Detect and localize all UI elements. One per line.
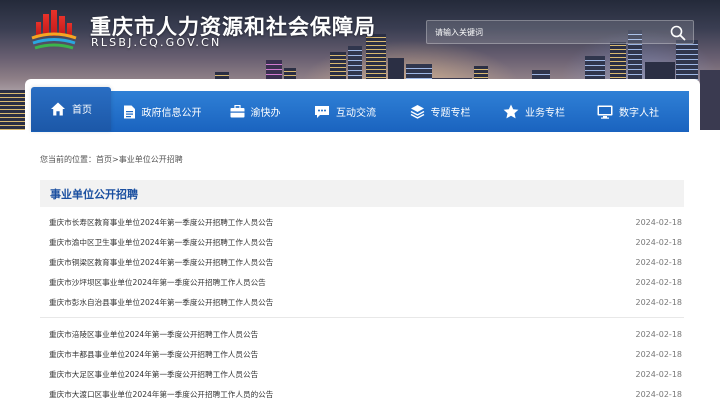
breadcrumb-home-link[interactable]: 首页 (96, 155, 112, 164)
layers-icon (410, 105, 424, 119)
search-input[interactable] (435, 24, 660, 41)
announcement-list: 重庆市长寿区教育事业单位2024年第一季度公开招聘工作人员公告 2024-02-… (40, 212, 684, 404)
announcement-title[interactable]: 重庆市渝中区卫生事业单位2024年第一季度公开招聘工作人员公告 (49, 237, 273, 248)
list-item[interactable]: 重庆市涪陵区事业单位2024年第一季度公开招聘工作人员公告 2024-02-18 (40, 324, 684, 344)
announcement-date: 2024-02-18 (635, 329, 683, 339)
announcement-title[interactable]: 重庆市铜梁区教育事业单位2024年第一季度公开招聘工作人员公告 (49, 257, 273, 268)
breadcrumb-separator: > (112, 155, 119, 164)
breadcrumb-current: 事业单位公开招聘 (118, 155, 183, 164)
list-item[interactable]: 重庆市沙坪坝区事业单位2024年第一季度公开招聘工作人员公告 2024-02-1… (40, 272, 684, 292)
search-icon[interactable] (669, 24, 687, 42)
announcement-title[interactable]: 重庆市长寿区教育事业单位2024年第一季度公开招聘工作人员公告 (49, 217, 273, 228)
breadcrumb-prefix: 您当前的位置： (40, 155, 96, 164)
announcement-date: 2024-02-18 (635, 349, 683, 359)
nav-item-label: 政府信息公开 (141, 108, 202, 119)
announcement-title[interactable]: 重庆市彭水自治县事业单位2024年第一季度公开招聘工作人员公告 (49, 297, 273, 308)
announcement-date: 2024-02-18 (635, 369, 683, 379)
nav-item-label: 渝快办 (250, 108, 281, 119)
chat-icon (315, 105, 329, 118)
announcement-date: 2024-02-18 (635, 277, 683, 287)
list-item[interactable]: 重庆市渝中区卫生事业单位2024年第一季度公开招聘工作人员公告 2024-02-… (40, 232, 684, 252)
list-item[interactable]: 重庆市大足区事业单位2024年第一季度公开招聘工作人员公告 2024-02-18 (40, 364, 684, 384)
main-nav: 首页 政府信息公开 渝快办 互动交流 专题专栏 业务专栏 数字人社 (31, 86, 689, 132)
nav-item-digital[interactable]: 数字人社 (581, 91, 675, 132)
document-icon (123, 105, 135, 118)
nav-item-label: 互动交流 (336, 108, 376, 119)
nav-item-business[interactable]: 业务专栏 (487, 91, 581, 132)
search-box (426, 20, 694, 44)
announcement-title[interactable]: 重庆市沙坪坝区事业单位2024年第一季度公开招聘工作人员公告 (49, 277, 266, 288)
section-title: 事业单位公开招聘 (50, 187, 138, 201)
nav-item-label: 专题专栏 (430, 108, 471, 119)
list-item[interactable]: 重庆市大渡口区事业单位2024年第一季度公开招聘工作人员的公告 2024-02-… (40, 384, 684, 404)
breadcrumb: 您当前的位置：首页>事业单位公开招聘 (40, 154, 183, 165)
nav-item-label: 业务专栏 (525, 108, 565, 119)
list-item[interactable]: 重庆市铜梁区教育事业单位2024年第一季度公开招聘工作人员公告 2024-02-… (40, 252, 684, 272)
announcement-date: 2024-02-18 (635, 297, 683, 307)
announcement-title[interactable]: 重庆市涪陵区事业单位2024年第一季度公开招聘工作人员公告 (49, 329, 258, 340)
announcement-date: 2024-02-18 (635, 237, 683, 247)
list-divider (40, 317, 684, 318)
nav-item-label: 数字人社 (619, 108, 659, 119)
monitor-icon (597, 105, 613, 119)
briefcase-icon (230, 105, 244, 118)
section-header: 事业单位公开招聘 (40, 180, 684, 207)
nav-item-interaction[interactable]: 互动交流 (297, 91, 393, 132)
announcement-date: 2024-02-18 (635, 217, 683, 227)
nav-item-yukuaiban[interactable]: 渝快办 (213, 91, 297, 132)
nav-item-gov-info[interactable]: 政府信息公开 (111, 91, 213, 132)
star-icon (503, 104, 519, 119)
nav-item-label: 首页 (72, 105, 92, 116)
nav-item-special-topics[interactable]: 专题专栏 (393, 91, 487, 132)
announcement-date: 2024-02-18 (635, 257, 683, 267)
announcement-date: 2024-02-18 (635, 389, 683, 399)
home-icon (51, 102, 65, 115)
bureau-logo-icon (31, 10, 77, 50)
site-domain: RLSBJ.CQ.GOV.CN (91, 36, 222, 49)
list-item[interactable]: 重庆市长寿区教育事业单位2024年第一季度公开招聘工作人员公告 2024-02-… (40, 212, 684, 232)
nav-item-home[interactable]: 首页 (31, 86, 111, 131)
list-item[interactable]: 重庆市丰都县事业单位2024年第一季度公开招聘工作人员公告 2024-02-18 (40, 344, 684, 364)
announcement-title[interactable]: 重庆市丰都县事业单位2024年第一季度公开招聘工作人员公告 (49, 349, 258, 360)
announcement-title[interactable]: 重庆市大渡口区事业单位2024年第一季度公开招聘工作人员的公告 (49, 389, 273, 400)
list-item[interactable]: 重庆市彭水自治县事业单位2024年第一季度公开招聘工作人员公告 2024-02-… (40, 292, 684, 312)
announcement-title[interactable]: 重庆市大足区事业单位2024年第一季度公开招聘工作人员公告 (49, 369, 258, 380)
